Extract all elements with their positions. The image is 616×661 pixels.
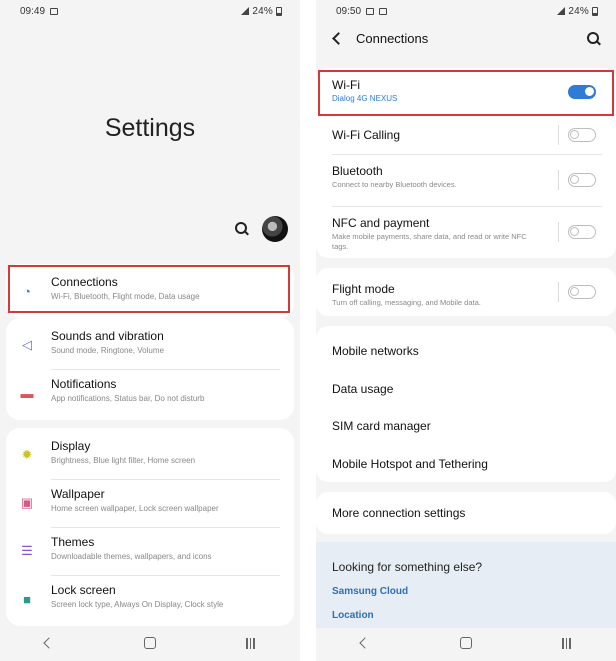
help-link-location[interactable]: Location [332,610,374,621]
settings-item-title: Display [51,439,91,453]
home-button-icon[interactable] [143,637,156,649]
navigation-bar [0,625,300,661]
settings-item-subtitle: Brightness, Blue light filter, Home scre… [51,456,196,465]
settings-item-notifications[interactable]: ▬ Notifications App notifications, Status … [6,370,294,416]
settings-item-themes[interactable]: ☰ Themes Downloadable themes, wallpapers, … [6,528,294,574]
help-card: Looking for something else? Samsung Cloud… [316,542,616,628]
connections-screen: 09:50 24% Connections Wi-Fi Dialog 4G NEX… [316,0,616,661]
signal-icon [557,7,566,15]
settings-card: ◁ Sounds and vibration Sound mode, Rington… [6,318,294,420]
settings-item-display[interactable]: ✹ Display Brightness, Blue light filter, H… [6,432,294,478]
clock: 09:50 [336,5,362,17]
connections-card: Wi-Fi Dialog 4G NEXUS Wi-Fi Calling Bluetoo… [316,68,616,258]
toggle-knob [570,130,579,139]
menu-item-mobile-networks[interactable]: Mobile networks [332,344,419,358]
recents-button-icon[interactable] [562,637,571,649]
toggle-row-nfc-and-payment[interactable]: NFC and payment Make mobile payments, sha… [316,206,616,258]
toggle-row-title: Wi-Fi Calling [332,128,401,142]
settings-item-subtitle: Sound mode, Ringtone, Volume [51,346,164,355]
toggle-knob [570,227,579,236]
settings-item-title: Lock screen [51,583,116,597]
toggle-row-flight-mode[interactable]: Flight mode Turn off calling, messaging, … [316,268,616,316]
notification-icon: ▬ [20,385,34,401]
page-title: Connections [356,31,429,46]
toggle-row-title: Flight mode [332,282,395,296]
search-icon[interactable] [234,221,250,237]
settings-item-title: Themes [51,535,95,549]
back-button-icon[interactable] [359,637,371,649]
settings-item-title: Notifications [51,377,117,391]
separator [558,170,559,190]
help-link-samsung-cloud[interactable]: Samsung Cloud [332,586,408,597]
battery-level: 24% [252,5,273,17]
sun-icon: ✹ [21,447,33,462]
settings-item-subtitle: App notifications, Status bar, Do not di… [51,394,205,403]
status-bar: 09:49 24% [0,0,300,22]
settings-item-subtitle: Screen lock type, Always On Display, Clo… [51,600,224,609]
network-items-card: Mobile networks Data usage SIM card manage… [316,326,616,482]
back-button-icon[interactable] [43,637,55,649]
battery-icon [276,6,282,16]
clock: 09:49 [20,5,46,17]
menu-item-mobile-hotspot-and-tethering[interactable]: Mobile Hotspot and Tethering [332,457,488,471]
separator [558,222,559,242]
flight-card: Flight mode Turn off calling, messaging, … [316,268,616,316]
toggle-row-bluetooth[interactable]: Bluetooth Connect to nearby Bluetooth dev… [316,154,616,206]
back-arrow-icon[interactable] [332,32,345,45]
separator [558,125,559,145]
signal-icon [241,7,250,15]
toggle-switch[interactable] [568,285,596,299]
toggle-switch[interactable] [568,225,596,239]
settings-item-subtitle: Downloadable themes, wallpapers, and ico… [51,552,212,561]
gallery-icon [379,7,388,15]
wallpaper-icon: ▣ [20,495,34,510]
settings-item-lock-screen[interactable]: ■ Lock screen Screen lock type, Always On … [6,576,294,622]
settings-item-sounds-and-vibration[interactable]: ◁ Sounds and vibration Sound mode, Rington… [6,322,294,368]
toggle-switch[interactable] [568,128,596,142]
home-button-icon[interactable] [459,637,472,649]
settings-item-title: Wallpaper [51,487,105,501]
highlight-box [318,70,614,116]
toggle-row-title: Bluetooth [332,164,383,178]
settings-screen: 09:49 24% Settings ◔ Connections Wi-Fi, Bl… [0,0,300,661]
settings-item-title: Sounds and vibration [51,329,164,343]
toggle-switch[interactable] [568,173,596,187]
menu-item-sim-card-manager[interactable]: SIM card manager [332,419,431,433]
toggle-row-subtitle: Make mobile payments, share data, and re… [332,232,527,251]
gallery-icon [50,7,59,15]
search-icon[interactable] [586,31,602,47]
settings-item-subtitle: Home screen wallpaper, Lock screen wallp… [51,504,219,513]
more-connection-settings[interactable]: More connection settings [332,506,465,520]
page-title: Settings [104,114,196,142]
toggle-row-title: NFC and payment [332,216,430,230]
toggle-knob [570,287,579,296]
screenshot-icon [366,7,375,15]
app-bar: Connections [316,26,616,52]
lock-icon: ■ [23,591,31,607]
more-card: More connection settings [316,492,616,534]
toggle-knob [570,175,579,184]
settings-card: ✹ Display Brightness, Blue light filter, H… [6,428,294,626]
speaker-icon: ◁ [22,337,32,352]
toggle-row-wi-fi-calling[interactable]: Wi-Fi Calling [316,116,616,154]
menu-item-data-usage[interactable]: Data usage [332,382,393,396]
battery-icon [592,6,598,16]
recents-button-icon[interactable] [246,637,255,649]
status-bar: 09:50 24% [316,0,616,22]
settings-item-wallpaper[interactable]: ▣ Wallpaper Home screen wallpaper, Lock sc… [6,480,294,526]
toggle-row-subtitle: Connect to nearby Bluetooth devices. [332,180,457,189]
navigation-bar [316,625,616,661]
toggle-row-subtitle: Turn off calling, messaging, and Mobile … [332,298,481,307]
separator [558,282,559,302]
help-heading: Looking for something else? [332,560,483,574]
battery-level: 24% [568,5,589,17]
avatar[interactable] [262,216,288,242]
highlight-box [8,265,290,313]
themes-icon: ☰ [21,543,33,558]
